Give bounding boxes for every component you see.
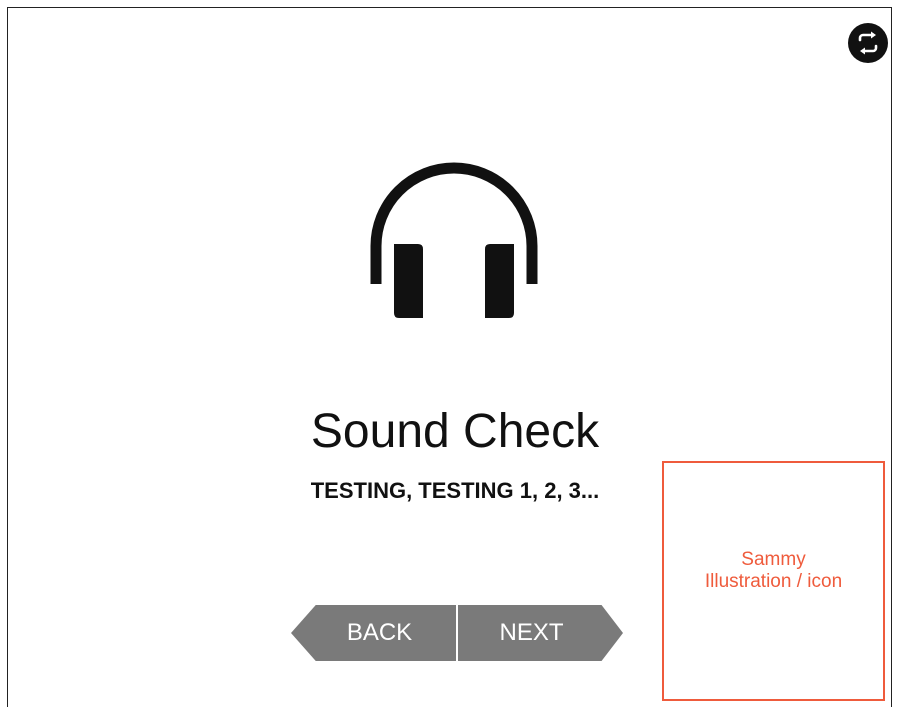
- swap-arrows-icon: [858, 31, 878, 55]
- page-title: Sound Check: [310, 405, 600, 458]
- illustration-placeholder: Sammy Illustration / icon: [662, 461, 885, 701]
- placeholder-line-1: Sammy: [741, 549, 806, 570]
- headphones-icon: [370, 162, 538, 318]
- right-earcup: [485, 244, 514, 318]
- swap-button[interactable]: [848, 23, 888, 63]
- placeholder-label: Sammy Illustration / icon: [664, 549, 883, 593]
- next-button[interactable]: NEXT: [458, 605, 623, 661]
- page-subtitle: TESTING, TESTING 1, 2, 3...: [310, 478, 600, 503]
- left-earcup: [394, 244, 423, 318]
- placeholder-line-2: Illustration / icon: [704, 571, 843, 592]
- back-button[interactable]: BACK: [291, 605, 456, 661]
